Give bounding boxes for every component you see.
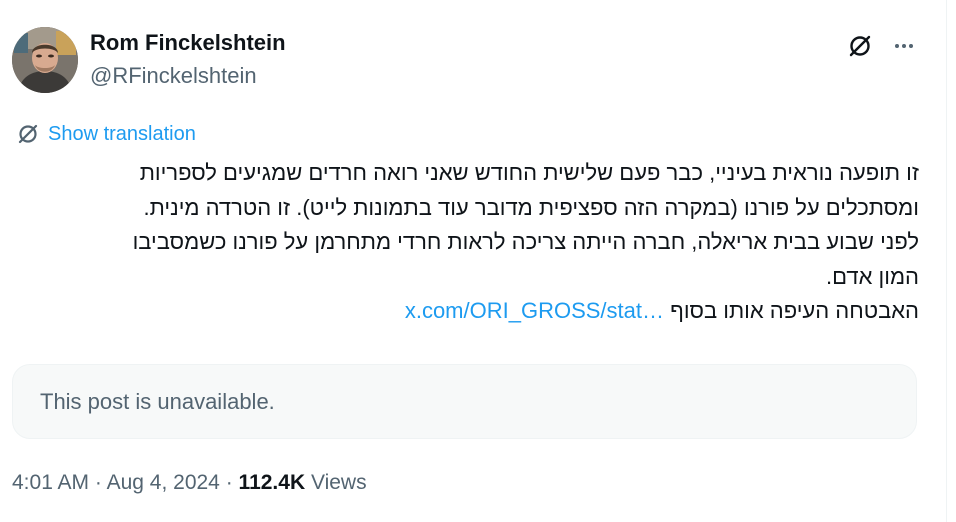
author-name[interactable]: Rom Finckelshtein xyxy=(90,30,286,56)
post-text: זו תופעה נוראית בעיניי, כבר פעם שלישית ה… xyxy=(14,156,919,329)
post-text-line: המון אדם. xyxy=(826,263,919,289)
post-text-line: ומסתכלים על פורנו (במקרה הזה ספציפית מדו… xyxy=(143,194,919,220)
views-count: 112.4K xyxy=(238,471,306,494)
views-label: Views xyxy=(310,471,367,494)
post-text-line-last: האבטחה העיפה אותו בסוף x.com/ORI_GROSS/s… xyxy=(14,294,919,329)
grok-icon xyxy=(849,35,871,57)
meta-separator: · xyxy=(225,471,233,494)
post-metadata: 4:01 AM · Aug 4, 2024 · 112.4K Views xyxy=(12,471,367,495)
post-container: Rom Finckelshtein @RFinckelshtein Show t… xyxy=(0,0,956,522)
quoted-post-unavailable-text: This post is unavailable. xyxy=(40,389,275,414)
post-time[interactable]: 4:01 AM xyxy=(12,471,89,494)
post-text-line: זו תופעה נוראית בעיניי, כבר פעם שלישית ה… xyxy=(139,160,919,185)
grok-button[interactable] xyxy=(842,28,878,64)
more-options-button[interactable] xyxy=(886,28,922,64)
grok-icon xyxy=(18,124,38,144)
quoted-post-card[interactable]: This post is unavailable. xyxy=(12,364,917,439)
avatar-image xyxy=(12,27,78,93)
post-link[interactable]: x.com/ORI_GROSS/stat… xyxy=(405,298,664,323)
meta-separator: · xyxy=(94,471,102,494)
author-handle[interactable]: @RFinckelshtein xyxy=(90,63,257,89)
column-border xyxy=(946,0,947,522)
avatar[interactable] xyxy=(12,27,78,93)
post-date[interactable]: Aug 4, 2024 xyxy=(107,471,220,494)
show-translation-link[interactable]: Show translation xyxy=(16,122,196,146)
post-text-line: לפני שבוע בבית אריאלה, חברה הייתה צריכה … xyxy=(132,229,919,254)
more-horizontal-icon xyxy=(895,44,913,48)
post-text-segment: האבטחה העיפה אותו בסוף xyxy=(670,298,919,323)
show-translation-label: Show translation xyxy=(48,122,196,145)
